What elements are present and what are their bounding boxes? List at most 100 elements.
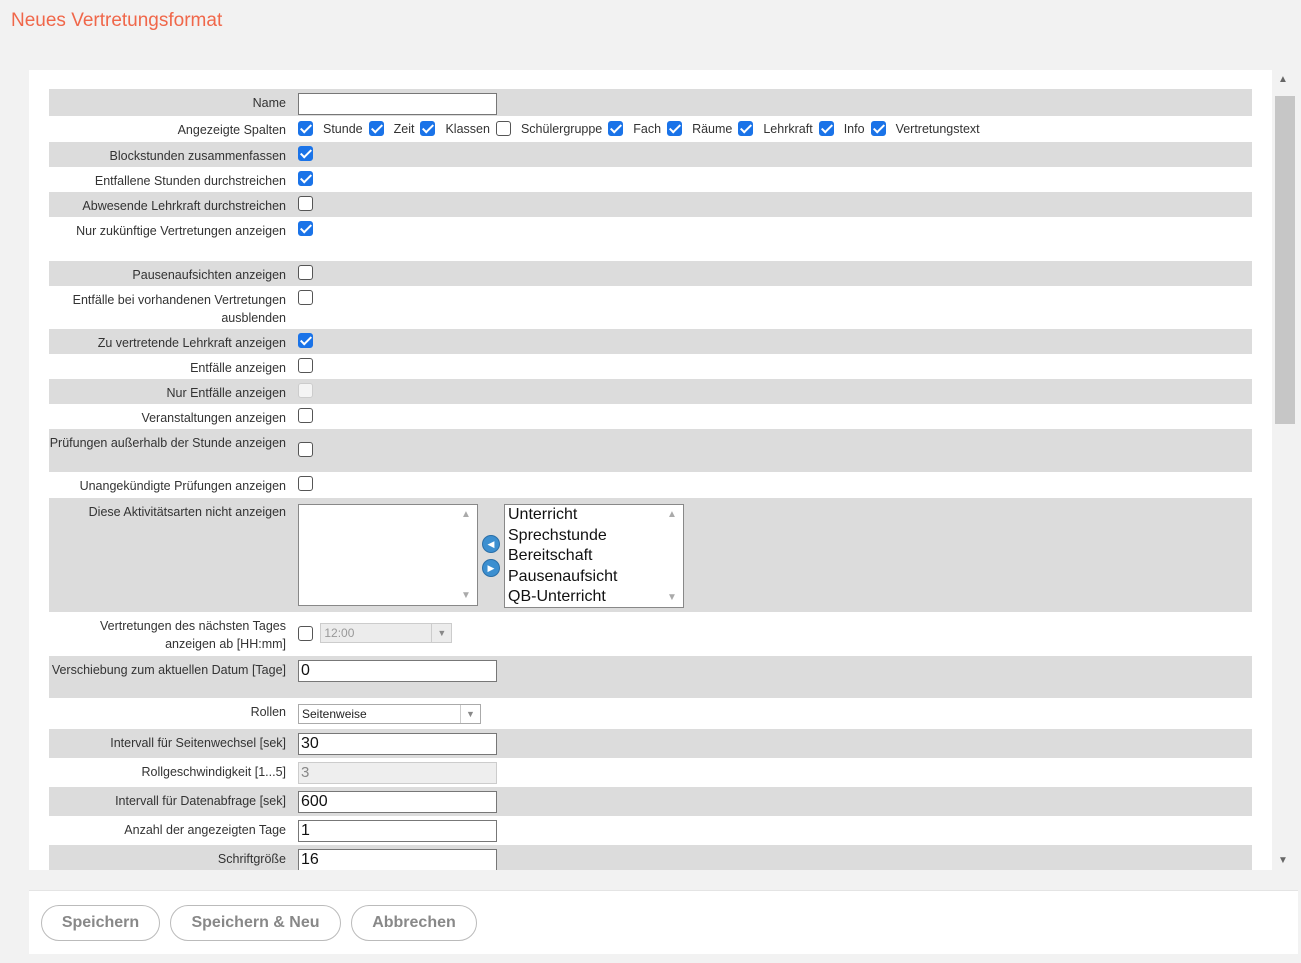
row-label: Nur Entfälle anzeigen bbox=[166, 386, 286, 400]
form-row-shift: Verschiebung zum aktuellen Datum [Tage] … bbox=[49, 656, 1252, 698]
entfallene-durchstreichen-checkbox[interactable] bbox=[298, 171, 313, 187]
form-row: Nur zukünftige Vertretungen anzeigen bbox=[49, 217, 1252, 261]
footer-bar: Speichern Speichern & Neu Abbrechen bbox=[29, 890, 1298, 954]
nur-entfaelle-checkbox bbox=[298, 383, 313, 399]
scroll-label: Rollen bbox=[250, 705, 286, 719]
name-input[interactable] bbox=[298, 93, 497, 115]
activity-option[interactable]: Unterricht bbox=[505, 505, 683, 526]
form-row-scroll-speed: Rollgeschwindigkeit [1...5] 3 bbox=[49, 758, 1252, 787]
form-row: Nur Entfälle anzeigen bbox=[49, 379, 1252, 404]
column-checkbox-schuelergruppe[interactable] bbox=[495, 121, 511, 136]
available-activities-list[interactable]: Unterricht Sprechstunde Bereitschaft Pau… bbox=[504, 504, 684, 608]
next-day-time-value: 12:00 bbox=[324, 626, 355, 640]
form-row: Entfälle anzeigen bbox=[49, 354, 1252, 379]
scroll-speed-input: 3 bbox=[298, 762, 497, 784]
scroll-up-icon[interactable]: ▲ bbox=[461, 509, 471, 520]
activity-option[interactable]: Bereitschaft bbox=[505, 546, 683, 567]
form-row: Entfallene Stunden durchstreichen bbox=[49, 167, 1252, 192]
shift-input[interactable]: 0 bbox=[298, 660, 497, 682]
fetch-interval-input[interactable]: 600 bbox=[298, 791, 497, 813]
shift-label: Verschiebung zum aktuellen Datum [Tage] bbox=[51, 663, 286, 677]
column-checkbox-klassen[interactable] bbox=[420, 121, 436, 136]
chevron-down-icon[interactable]: ▼ bbox=[460, 705, 480, 723]
page-interval-input[interactable]: 30 bbox=[298, 733, 497, 755]
move-right-icon[interactable]: ▶ bbox=[482, 559, 500, 577]
row-label: Abwesende Lehrkraft durchstreichen bbox=[82, 199, 286, 213]
column-label-lehrkraft: Lehrkraft bbox=[763, 121, 813, 136]
scrollbar-thumb[interactable] bbox=[1275, 96, 1295, 424]
activity-option[interactable]: Sprechstunde bbox=[505, 526, 683, 547]
column-label-vertretungstext: Vertretungstext bbox=[895, 121, 980, 136]
save-new-button[interactable]: Speichern & Neu bbox=[170, 905, 341, 941]
move-left-icon[interactable]: ◀ bbox=[482, 535, 500, 553]
scroll-up-icon[interactable]: ▲ bbox=[1278, 74, 1288, 85]
next-day-label: Vertretungen des nächsten Tages anzeigen… bbox=[99, 619, 286, 651]
column-checkbox-info[interactable] bbox=[818, 121, 834, 136]
scroll-mode-value: Seitenweise bbox=[302, 707, 367, 721]
form-scrollbar[interactable]: ▲ ▼ bbox=[1274, 72, 1296, 868]
column-checkbox-vertretungstext[interactable] bbox=[870, 121, 886, 136]
form-row: Blockstunden zusammenfassen bbox=[49, 142, 1252, 167]
column-label-info: Info bbox=[843, 121, 865, 136]
column-checkbox-zeit[interactable] bbox=[368, 121, 384, 136]
nur-zukuenftige-checkbox[interactable] bbox=[298, 221, 313, 237]
column-checkbox-raeume[interactable] bbox=[667, 121, 683, 136]
columns-label: Angezeigte Spalten bbox=[177, 123, 286, 137]
row-label: Entfallene Stunden durchstreichen bbox=[94, 174, 286, 188]
next-day-time-select: 12:00 ▼ bbox=[320, 623, 453, 643]
form-row-fetch-interval: Intervall für Datenabfrage [sek] 600 bbox=[49, 787, 1252, 816]
activity-option[interactable]: Pausenaufsicht bbox=[505, 567, 683, 588]
form-row: Unangekündigte Prüfungen anzeigen bbox=[49, 472, 1252, 498]
save-button[interactable]: Speichern bbox=[41, 905, 160, 941]
row-label: Veranstaltungen anzeigen bbox=[141, 411, 286, 425]
column-label-klassen: Klassen bbox=[445, 121, 490, 136]
row-label: Entfälle bei vorhandenen Vertretungen au… bbox=[72, 293, 286, 325]
scroll-speed-label: Rollgeschwindigkeit [1...5] bbox=[141, 765, 286, 779]
form-row-scroll: Rollen Seitenweise ▼ bbox=[49, 698, 1252, 729]
unangekuendigte-checkbox[interactable] bbox=[298, 476, 313, 492]
next-day-checkbox[interactable] bbox=[298, 626, 313, 642]
page-title: Neues Vertretungsformat bbox=[11, 10, 223, 31]
form-row: Zu vertretende Lehrkraft anzeigen bbox=[49, 329, 1252, 354]
cancel-button[interactable]: Abbrechen bbox=[351, 905, 477, 941]
scroll-mode-select[interactable]: Seitenweise ▼ bbox=[298, 704, 481, 724]
form-row: Veranstaltungen anzeigen bbox=[49, 404, 1252, 429]
form-row: Abwesende Lehrkraft durchstreichen bbox=[49, 192, 1252, 217]
row-label: Blockstunden zusammenfassen bbox=[109, 149, 286, 163]
column-checkbox-lehrkraft[interactable] bbox=[738, 121, 754, 136]
scroll-up-icon[interactable]: ▲ bbox=[667, 509, 677, 520]
name-label: Name bbox=[252, 96, 286, 110]
row-label: Pausenaufsichten anzeigen bbox=[132, 268, 286, 282]
scroll-down-icon[interactable]: ▼ bbox=[1278, 855, 1288, 866]
form-row: Pausenaufsichten anzeigen bbox=[49, 261, 1252, 286]
row-label: Zu vertretende Lehrkraft anzeigen bbox=[97, 336, 286, 350]
column-checkbox-stunde[interactable] bbox=[298, 121, 313, 136]
scroll-down-icon[interactable]: ▼ bbox=[667, 592, 677, 603]
entfaelle-anzeigen-checkbox[interactable] bbox=[298, 358, 313, 374]
pruefungen-ausserhalb-checkbox[interactable] bbox=[298, 442, 313, 458]
available-list-scrollbar[interactable]: ▲ ▼ bbox=[661, 505, 683, 607]
form-row: Prüfungen außerhalb der Stunde anzeigen bbox=[49, 429, 1252, 472]
zu-vertretende-checkbox[interactable] bbox=[298, 333, 313, 349]
excluded-list-scrollbar[interactable]: ▲ ▼ bbox=[455, 505, 477, 605]
row-label: Nur zukünftige Vertretungen anzeigen bbox=[76, 224, 286, 238]
scroll-down-icon[interactable]: ▼ bbox=[461, 590, 471, 601]
page-interval-label: Intervall für Seitenwechsel [sek] bbox=[110, 736, 286, 750]
excluded-activities-list[interactable]: ▲ ▼ bbox=[298, 504, 478, 606]
entfaelle-ausblenden-checkbox[interactable] bbox=[298, 290, 313, 306]
pausenaufsichten-checkbox[interactable] bbox=[298, 265, 313, 281]
veranstaltungen-checkbox[interactable] bbox=[298, 408, 313, 424]
days-count-label: Anzahl der angezeigten Tage bbox=[124, 823, 286, 837]
row-label: Prüfungen außerhalb der Stunde anzeigen bbox=[49, 436, 286, 450]
column-checkbox-fach[interactable] bbox=[608, 121, 624, 136]
column-label-fach: Fach bbox=[633, 121, 662, 136]
days-count-input[interactable]: 1 bbox=[298, 820, 497, 842]
blockstunden-checkbox[interactable] bbox=[298, 146, 313, 162]
abwesende-durchstreichen-checkbox[interactable] bbox=[298, 196, 313, 212]
column-label-zeit: Zeit bbox=[393, 121, 415, 136]
font-size-input[interactable]: 16 bbox=[298, 849, 497, 870]
row-label: Unangekündigte Prüfungen anzeigen bbox=[79, 479, 286, 493]
activity-option[interactable]: QB-Unterricht bbox=[505, 587, 683, 608]
form-row-activity-types: Diese Aktivitätsarten nicht anzeigen ▲ ▼… bbox=[49, 498, 1252, 612]
form-table: Name Angezeigte Spalten Stunde Zeit Klas… bbox=[49, 89, 1252, 870]
